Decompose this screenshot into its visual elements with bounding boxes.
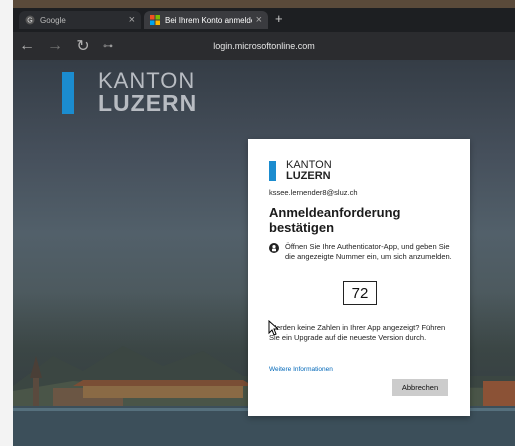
brand-logo-bar xyxy=(62,72,74,114)
google-favicon-icon: G xyxy=(25,15,35,25)
more-info-link[interactable]: Weitere Informationen xyxy=(269,366,333,373)
new-tab-button[interactable]: + xyxy=(275,11,283,26)
brand-logo-text: KANTON LUZERN xyxy=(98,68,198,116)
card-logo-bar xyxy=(269,161,276,181)
authenticator-lock-icon xyxy=(269,243,279,253)
card-logo-line-2: LUZERN xyxy=(286,170,331,182)
cancel-button[interactable]: Abbrechen xyxy=(392,379,448,396)
dialog-title: Anmeldeanforderung bestätigen xyxy=(269,205,401,235)
mouse-cursor-icon xyxy=(268,320,278,336)
reload-icon[interactable]: ↻ xyxy=(69,36,97,56)
instruction-text: Öffnen Sie Ihre Authenticator-App, und g… xyxy=(285,242,452,261)
microsoft-favicon-icon xyxy=(150,15,160,25)
sign-in-dialog: KANTON LUZERN kssee.lernender8@sluz.ch A… xyxy=(248,139,470,416)
tab-label: Bei Ihrem Konto anmelden xyxy=(165,15,252,25)
forward-arrow-icon[interactable]: → xyxy=(41,37,69,55)
card-logo-text: KANTON LUZERN xyxy=(286,160,332,182)
account-email: kssee.lernender8@sluz.ch xyxy=(269,188,358,197)
site-info-key-icon[interactable]: ⊶ xyxy=(103,41,113,52)
svg-text:G: G xyxy=(27,18,32,25)
top-edge xyxy=(13,0,515,8)
tab-microsoft-login[interactable]: Bei Ihrem Konto anmelden × xyxy=(144,11,268,29)
close-icon[interactable]: × xyxy=(256,14,262,26)
screen: G Google × Bei Ihrem Konto anmelden × + … xyxy=(0,0,515,446)
close-icon[interactable]: × xyxy=(129,14,135,26)
tab-bar: G Google × Bei Ihrem Konto anmelden × + xyxy=(13,8,515,32)
brand-line-1: KANTON xyxy=(98,68,196,93)
left-edge xyxy=(0,0,14,446)
no-numbers-text: Werden keine Zahlen in Ihrer App angezei… xyxy=(269,323,446,342)
back-arrow-icon[interactable]: ← xyxy=(13,37,41,55)
address-bar: ← → ↻ ⊶ login.microsoftonline.com xyxy=(13,32,515,60)
tab-google[interactable]: G Google × xyxy=(19,11,141,29)
brand-line-2: LUZERN xyxy=(98,90,198,116)
verification-number: 72 xyxy=(343,281,377,305)
instruction-row: Öffnen Sie Ihre Authenticator-App, und g… xyxy=(269,242,454,262)
tab-label: Google xyxy=(40,15,66,25)
login-page-background: KANTON LUZERN KANTON LUZERN kssee.lernen… xyxy=(13,60,515,446)
